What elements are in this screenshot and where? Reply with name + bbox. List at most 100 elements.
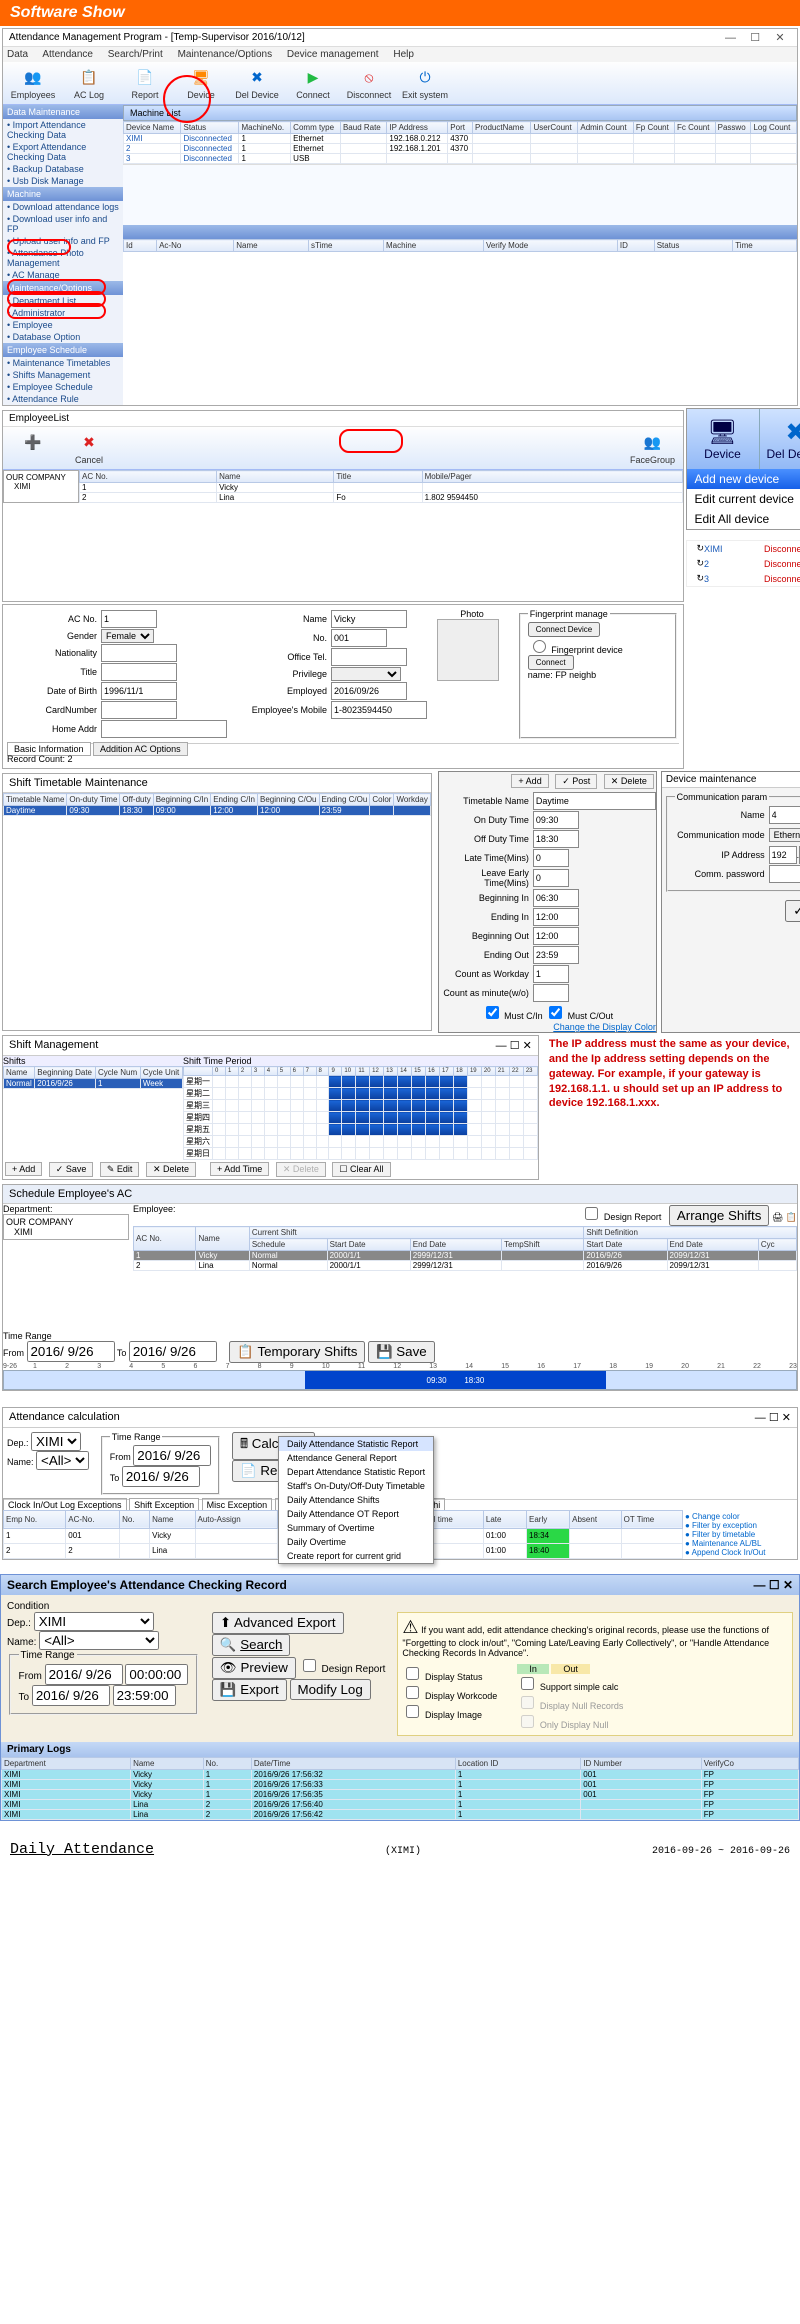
export-button[interactable]: 💾 Export (212, 1679, 287, 1701)
search-button[interactable]: 🔍 Search (212, 1634, 291, 1656)
report-menu-item[interactable]: Daily Attendance Statistic Report (279, 1437, 433, 1451)
tt-onduty-input[interactable] (533, 811, 579, 829)
table-row[interactable]: XIMIVicky12016/9/26 17:56:351001FP (2, 1789, 799, 1799)
toolbar-disconnect[interactable]: ⦸Disconnect (341, 64, 397, 102)
fp-device-radio[interactable] (533, 640, 546, 653)
menu-device[interactable]: Device management (287, 49, 379, 60)
toolbar-report[interactable]: 📄Report (117, 64, 173, 102)
sm-deltime[interactable]: ✕ Delete (276, 1162, 326, 1177)
tt-late-input[interactable] (533, 849, 569, 867)
menu-maint[interactable]: Maintenance/Options (178, 49, 273, 60)
arrange-shifts-button[interactable]: Arrange Shifts (669, 1205, 769, 1226)
title-input[interactable] (101, 663, 177, 681)
s-name[interactable]: <All> (39, 1631, 159, 1650)
side-employee-schedule[interactable]: • Employee Schedule (3, 381, 123, 393)
maximize-icon[interactable]: ☐ (744, 31, 766, 44)
ac-name[interactable]: <All> (36, 1451, 89, 1470)
temp-shifts-button[interactable]: 📋 Temporary Shifts (229, 1341, 365, 1363)
dept-tree[interactable]: OUR COMPANY XIMI (3, 1214, 129, 1240)
report-menu-item[interactable]: Daily Attendance OT Report (279, 1507, 433, 1521)
tt-countmin[interactable] (533, 984, 569, 1002)
toolbar-device[interactable]: 🖥Device (173, 64, 229, 102)
sm-add[interactable]: + Add (5, 1162, 42, 1176)
tt-leave-input[interactable] (533, 869, 569, 887)
table-row[interactable]: Daytime09:3018:3009:0012:0012:0023:59 (4, 806, 431, 816)
simple-calc[interactable] (521, 1677, 534, 1690)
s-from-time[interactable] (125, 1664, 188, 1685)
tt-name-input[interactable] (533, 792, 656, 810)
side-attendance-photo-management[interactable]: • Attendance Photo Management (3, 247, 123, 269)
menu-search[interactable]: Search/Print (108, 49, 163, 60)
tab-machine-list[interactable]: Machine List (123, 105, 797, 121)
side-department-list[interactable]: • Department List (3, 295, 123, 307)
menu-help[interactable]: Help (393, 49, 414, 60)
tt-end-out[interactable] (533, 946, 579, 964)
preview-button[interactable]: 👁 Preview (212, 1657, 296, 1679)
table-row[interactable]: 星期四 (184, 1112, 538, 1124)
facegroup-button[interactable]: 👥FaceGroup (625, 429, 681, 467)
sm-edit[interactable]: ✎ Edit (100, 1162, 140, 1177)
toolbar-employees[interactable]: 👥Employees (5, 64, 61, 102)
dm-mode[interactable]: Ethernet (769, 828, 800, 842)
side-link[interactable]: ● Maintenance AL/BL (685, 1539, 795, 1548)
disp-status[interactable] (406, 1667, 419, 1680)
side-import-attendance-checking-data[interactable]: • Import Attendance Checking Data (3, 119, 123, 141)
tt-begin-out[interactable] (533, 927, 579, 945)
menu-edit-device[interactable]: Edit current device (687, 489, 800, 509)
report-menu-item[interactable]: Attendance General Report (279, 1451, 433, 1465)
tt-begin-in[interactable] (533, 889, 579, 907)
side-usb-disk-manage[interactable]: • Usb Disk Manage (3, 175, 123, 187)
design-check[interactable] (303, 1659, 316, 1672)
close-icon[interactable]: ✕ (769, 31, 791, 44)
disp-image[interactable] (406, 1705, 419, 1718)
table-row[interactable]: 1Vicky (80, 483, 683, 493)
dm-ok-button[interactable]: ✓ OK (785, 900, 800, 922)
gender-select[interactable]: Female (101, 629, 154, 643)
sm-addtime[interactable]: + Add Time (210, 1162, 269, 1176)
report-menu-item[interactable]: Daily Attendance Shifts (279, 1493, 433, 1507)
s-from-date[interactable] (45, 1664, 123, 1685)
menu-attendance[interactable]: Attendance (42, 49, 93, 60)
side-link[interactable]: ● Change color (685, 1512, 795, 1521)
tt-offduty-input[interactable] (533, 830, 579, 848)
dm-name[interactable] (769, 806, 800, 824)
menu-add-device[interactable]: Add new device (687, 469, 800, 489)
table-row[interactable]: 1VickyNormal2000/1/12999/12/312016/9/262… (134, 1251, 797, 1261)
adv-export-button[interactable]: ⬆ Advanced Export (212, 1612, 344, 1634)
ac-dep[interactable]: XIMI (31, 1432, 81, 1451)
sac-to[interactable] (129, 1341, 217, 1362)
table-row[interactable]: XIMIVicky12016/9/26 17:56:321001FP (2, 1769, 799, 1779)
zoom-deldevice-button[interactable]: ✖Del Device (760, 409, 800, 469)
report-menu-item[interactable]: Summary of Overtime (279, 1521, 433, 1535)
side-upload-user-info-and-fp[interactable]: • Upload user info and FP (3, 235, 123, 247)
side-download-attendance-logs[interactable]: • Download attendance logs (3, 201, 123, 213)
side-ac-manage[interactable]: • AC Manage (3, 269, 123, 281)
addr-input[interactable] (101, 720, 227, 738)
tab-addition[interactable]: Addition AC Options (93, 742, 188, 756)
side-attendance-rule[interactable]: • Attendance Rule (3, 393, 123, 405)
cancel-button[interactable]: ✖Cancel (61, 429, 117, 467)
table-row[interactable]: 2Disconnected1Ethernet192.168.1.2014370 (124, 144, 797, 154)
table-row[interactable]: 星期二 (184, 1088, 538, 1100)
side-database-option[interactable]: • Database Option (3, 331, 123, 343)
table-row[interactable]: XIMILina22016/9/26 17:56:401FP (2, 1799, 799, 1809)
table-row[interactable]: XIMIVicky12016/9/26 17:56:331001FP (2, 1779, 799, 1789)
table-row[interactable]: 星期五 (184, 1124, 538, 1136)
timeline[interactable]: 09:30 18:30 (3, 1370, 797, 1390)
table-row[interactable]: XIMILina22016/9/26 17:56:421FP (2, 1809, 799, 1819)
ip-1[interactable] (769, 846, 797, 864)
company-tree[interactable]: OUR COMPANY XIMI (3, 470, 79, 503)
add-emp-button[interactable]: ➕ (5, 429, 61, 467)
change-color-link[interactable]: Change the Display Color (553, 1022, 656, 1032)
tt-add-button[interactable]: + Add (511, 774, 548, 788)
tt-delete-button[interactable]: ✕ Delete (604, 774, 654, 789)
disp-workcode[interactable] (406, 1686, 419, 1699)
report-menu-item[interactable]: Staff's On-Duty/Off-Duty Timetable (279, 1479, 433, 1493)
photo-box[interactable] (437, 619, 499, 681)
menu-edit-all[interactable]: Edit All device (687, 509, 800, 529)
modify-button[interactable]: Modify Log (290, 1679, 371, 1700)
sm-delete[interactable]: ✕ Delete (146, 1162, 196, 1177)
mustcin-check[interactable] (486, 1006, 499, 1019)
mobile-input[interactable] (331, 701, 427, 719)
priv-select[interactable] (331, 667, 401, 681)
